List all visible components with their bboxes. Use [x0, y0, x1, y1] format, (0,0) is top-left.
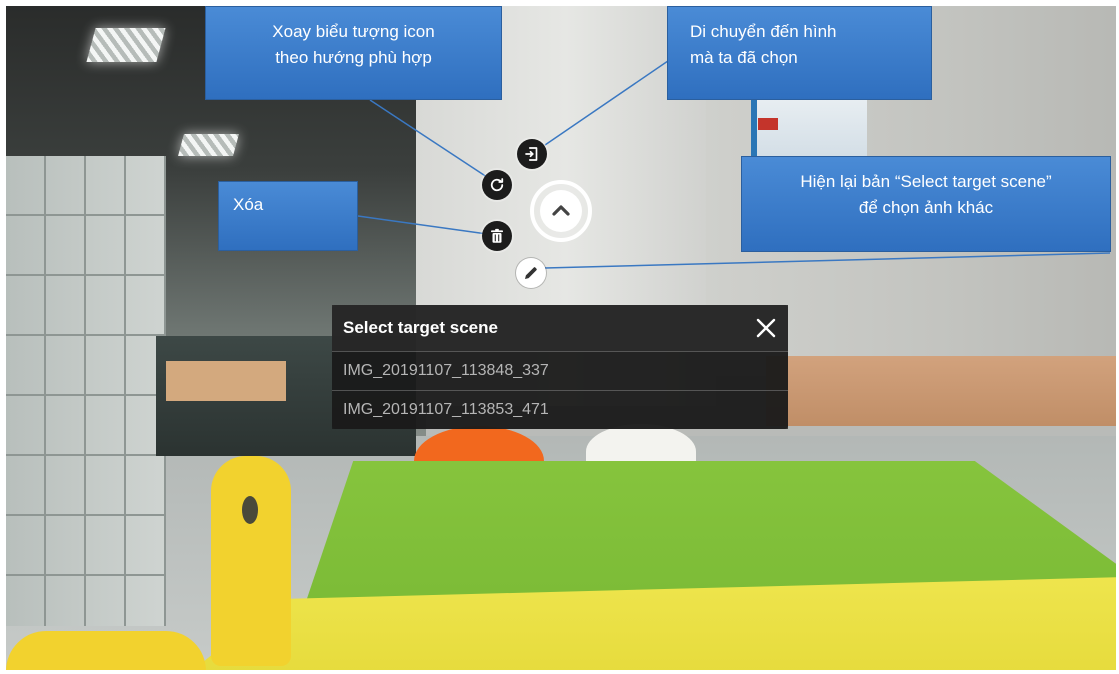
rotate-icon[interactable]: [482, 170, 512, 200]
callout-delete: Xóa: [218, 181, 358, 251]
scene-list-item[interactable]: IMG_20191107_113853_471: [332, 390, 788, 429]
callout-move-line1: Di chuyển đến hình: [690, 22, 837, 41]
callout-reselect-line1: Hiện lại bản “Select target scene”: [800, 172, 1052, 191]
chevron-up-icon: [552, 205, 570, 216]
hotspot-marker[interactable]: [530, 180, 592, 242]
select-target-scene-panel: Select target scene IMG_20191107_113848_…: [332, 305, 788, 429]
callout-rotate-line2: theo hướng phù hợp: [275, 48, 432, 67]
callout-move-line2: mà ta đã chọn: [690, 48, 798, 67]
trash-icon[interactable]: [482, 221, 512, 251]
scene-panel-header: Select target scene: [332, 305, 788, 351]
banner-logo: [758, 118, 778, 130]
ceiling-light: [178, 134, 239, 156]
callout-rotate-line1: Xoay biểu tượng icon: [272, 22, 435, 41]
yellow-chair-handle: [242, 496, 258, 524]
yellow-chair-foreground: [6, 631, 206, 670]
ceiling-light: [86, 28, 166, 62]
hotspot-core: [540, 190, 582, 232]
open-target-icon[interactable]: [517, 139, 547, 169]
callout-delete-line1: Xóa: [233, 195, 264, 214]
wooden-counter: [766, 356, 1116, 426]
scene-list-item[interactable]: IMG_20191107_113848_337: [332, 351, 788, 390]
callout-reselect: Hiện lại bản “Select target scene” để ch…: [741, 156, 1111, 252]
cardboard-boxes: [166, 361, 286, 401]
scene-panel-title: Select target scene: [343, 318, 498, 337]
lockers: [6, 156, 166, 626]
close-icon[interactable]: [754, 316, 778, 340]
yellow-chair: [211, 456, 291, 666]
panorama-editor: Xoay biểu tượng icon theo hướng phù hợp …: [0, 0, 1119, 674]
callout-rotate: Xoay biểu tượng icon theo hướng phù hợp: [205, 6, 502, 100]
pencil-icon[interactable]: [516, 258, 546, 288]
callout-move: Di chuyển đến hình mà ta đã chọn: [667, 6, 932, 100]
callout-reselect-line2: để chọn ảnh khác: [858, 198, 994, 217]
